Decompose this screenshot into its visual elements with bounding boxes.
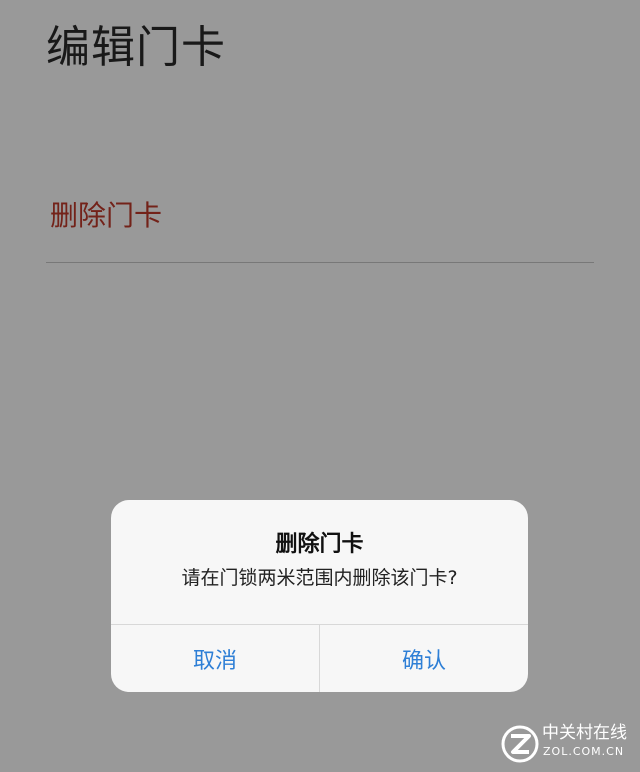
dialog-message: 请在门锁两米范围内删除该门卡? <box>181 567 458 589</box>
dialog-title: 删除门卡 <box>275 532 364 557</box>
zol-watermark: 中关村在线 ZOL.COM.CN <box>500 722 632 766</box>
delete-confirm-dialog: 删除门卡 请在门锁两米范围内删除该门卡? 取消 确认 <box>111 500 528 692</box>
watermark-brand-en: ZOL.COM.CN <box>543 745 625 758</box>
cancel-button[interactable]: 取消 <box>111 625 319 692</box>
confirm-button[interactable]: 确认 <box>319 625 528 692</box>
watermark-brand-cn: 中关村在线 <box>542 723 627 743</box>
zol-logo-icon <box>501 725 539 763</box>
dialog-button-row: 取消 确认 <box>111 624 528 692</box>
